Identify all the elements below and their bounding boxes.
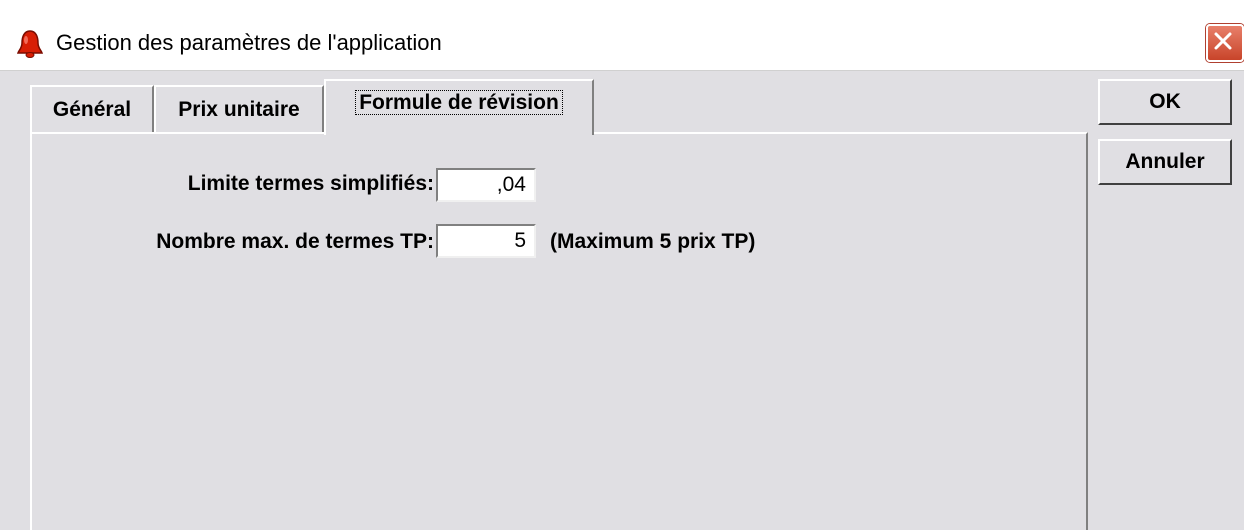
cancel-button[interactable]: Annuler: [1098, 139, 1232, 185]
nombre-termes-input[interactable]: [436, 224, 536, 258]
nombre-termes-label: Nombre max. de termes TP:: [156, 230, 434, 253]
tab-formule-revision[interactable]: Formule de révision: [324, 79, 594, 135]
nombre-termes-note: (Maximum 5 prix TP): [550, 230, 756, 253]
window-title: Gestion des paramètres de l'application: [56, 30, 442, 55]
ok-button[interactable]: OK: [1098, 79, 1232, 125]
tab-panel: Limite termes simplifiés: Nombre max. de…: [30, 132, 1088, 530]
bell-icon: [14, 28, 46, 60]
tab-prix-unitaire[interactable]: Prix unitaire: [154, 85, 324, 132]
limite-termes-label: Limite termes simplifiés:: [187, 172, 434, 195]
tab-general[interactable]: Général: [30, 85, 154, 132]
title-bar: Gestion des paramètres de l'application: [0, 0, 1244, 71]
close-button[interactable]: [1206, 24, 1244, 62]
settings-dialog: Gestion des paramètres de l'application …: [0, 0, 1244, 530]
limite-termes-input[interactable]: [436, 168, 536, 202]
close-icon: [1214, 32, 1232, 50]
